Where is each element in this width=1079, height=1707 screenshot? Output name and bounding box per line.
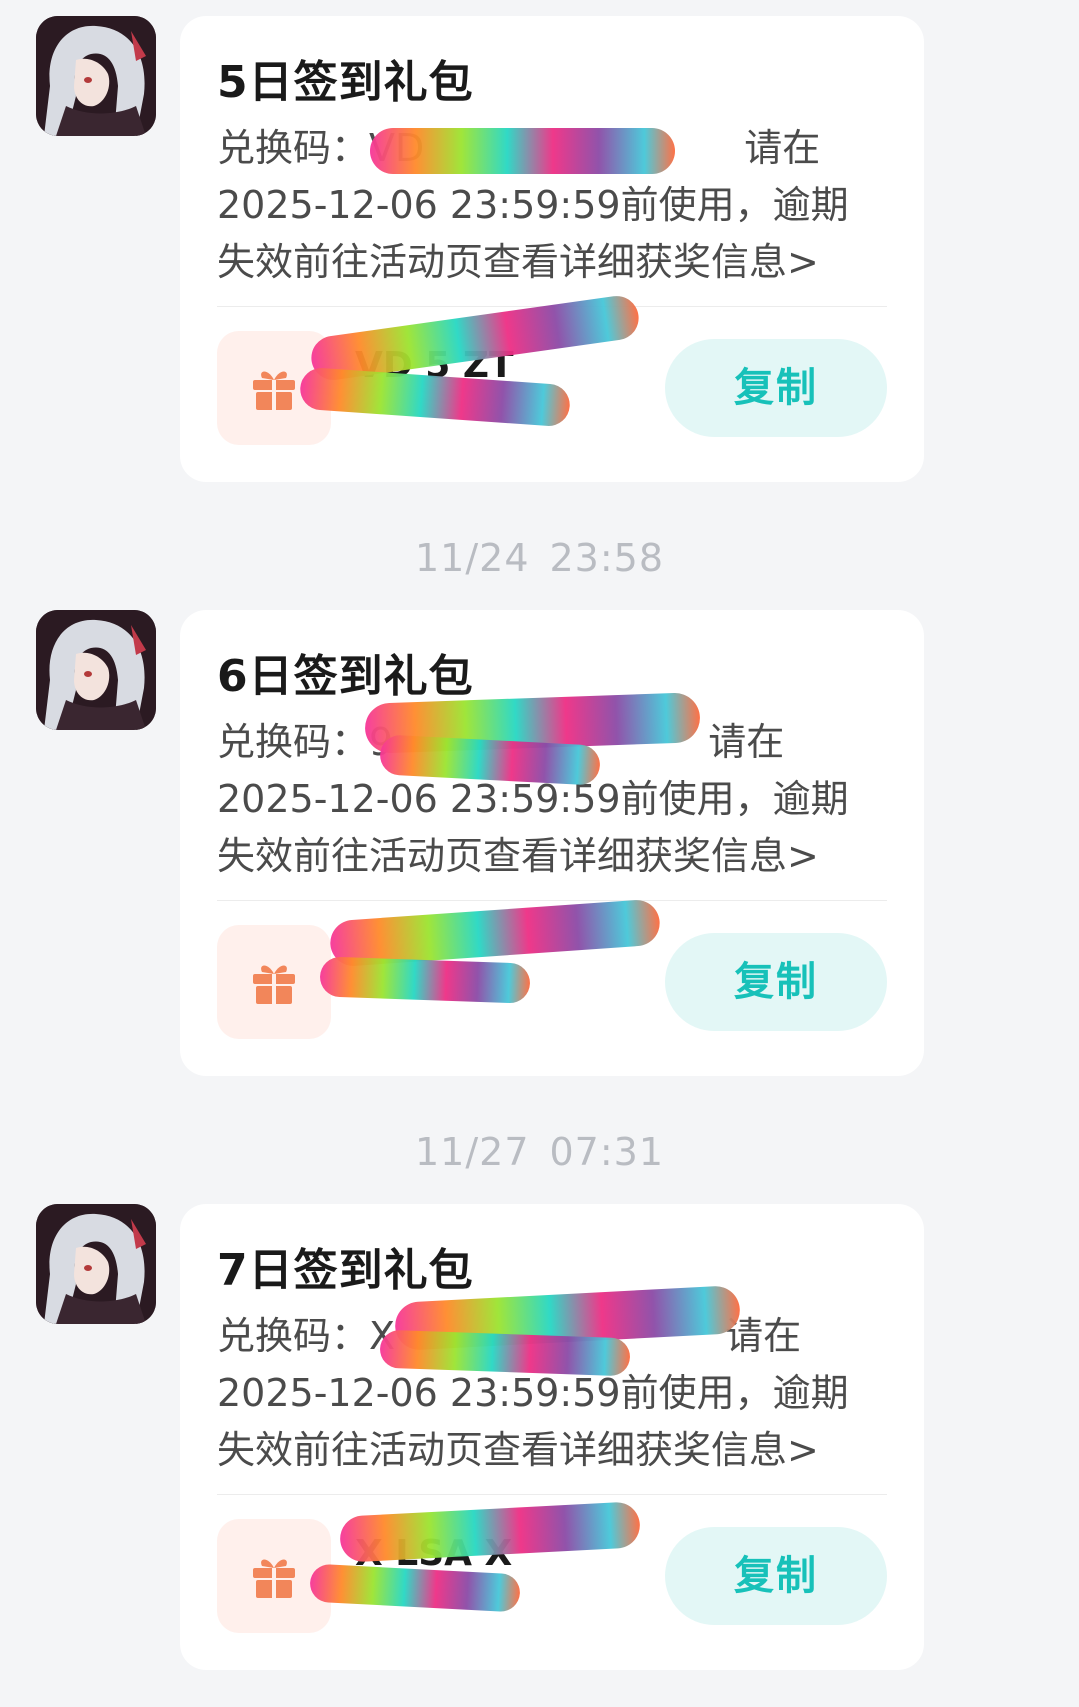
- message-timestamp: 11/27 07:31: [0, 1130, 1079, 1174]
- copy-button[interactable]: 复制: [665, 1527, 887, 1625]
- message-line-2: 2025-12-06 23:59:59前使用，逾期: [217, 183, 849, 227]
- gift-card: 5日签到礼包 兑换码：VD请在 2025-12-06 23:59:59前使用，逾…: [180, 16, 924, 482]
- copy-button[interactable]: 复制: [665, 933, 887, 1031]
- message-line-3[interactable]: 失效前往活动页查看详细获奖信息>: [217, 828, 867, 885]
- line1-suffix: 请在: [744, 126, 821, 170]
- gift-card: 7日签到礼包 兑换码：X 请在 2025-12-06 23:59:59前使用，逾期…: [180, 1204, 924, 1670]
- message-line-2: 2025-12-06 23:59:59前使用，逾期: [217, 1371, 849, 1415]
- code-prefix: 兑换码：: [217, 126, 370, 170]
- message-2: 6日签到礼包 兑换码：9请在 2025-12-06 23:59:59前使用，逾期…: [0, 610, 1079, 1076]
- redaction-scribble: [319, 956, 531, 1004]
- game-character-avatar-icon: [36, 16, 156, 136]
- redaction-scribble: [328, 898, 662, 968]
- timestamp-time: 23:58: [549, 536, 665, 580]
- card-title: 7日签到礼包: [217, 1245, 474, 1296]
- game-character-avatar-icon: [36, 1204, 156, 1324]
- timestamp-time: 07:31: [549, 1130, 665, 1174]
- gift-icon-box: [217, 925, 331, 1039]
- card-title: 5日签到礼包: [217, 57, 474, 108]
- gift-icon: [253, 371, 295, 410]
- gift-card: 6日签到礼包 兑换码：9请在 2025-12-06 23:59:59前使用，逾期…: [180, 610, 924, 1076]
- avatar[interactable]: [36, 610, 156, 730]
- game-character-avatar-icon: [36, 610, 156, 730]
- divider: [217, 900, 887, 901]
- message-3: 7日签到礼包 兑换码：X 请在 2025-12-06 23:59:59前使用，逾期…: [0, 1204, 1079, 1670]
- gift-icon: [253, 1559, 295, 1598]
- message-1: 5日签到礼包 兑换码：VD请在 2025-12-06 23:59:59前使用，逾…: [0, 16, 1079, 482]
- code-prefix: 兑换码：: [217, 1314, 370, 1358]
- timestamp-date: 11/24: [414, 536, 530, 580]
- avatar[interactable]: [36, 1204, 156, 1324]
- gift-icon: [253, 965, 295, 1004]
- redaction-scribble: [370, 128, 675, 174]
- timestamp-date: 11/27: [414, 1130, 530, 1174]
- message-line-3[interactable]: 失效前往活动页查看详细获奖信息>: [217, 234, 867, 291]
- divider: [217, 1494, 887, 1495]
- message-line-3[interactable]: 失效前往活动页查看详细获奖信息>: [217, 1422, 867, 1479]
- message-timestamp: 11/24 23:58: [0, 536, 1079, 580]
- avatar[interactable]: [36, 16, 156, 136]
- line1-suffix: 请在: [708, 720, 785, 764]
- copy-button[interactable]: 复制: [665, 339, 887, 437]
- card-title: 6日签到礼包: [217, 651, 474, 702]
- code-prefix: 兑换码：: [217, 720, 370, 764]
